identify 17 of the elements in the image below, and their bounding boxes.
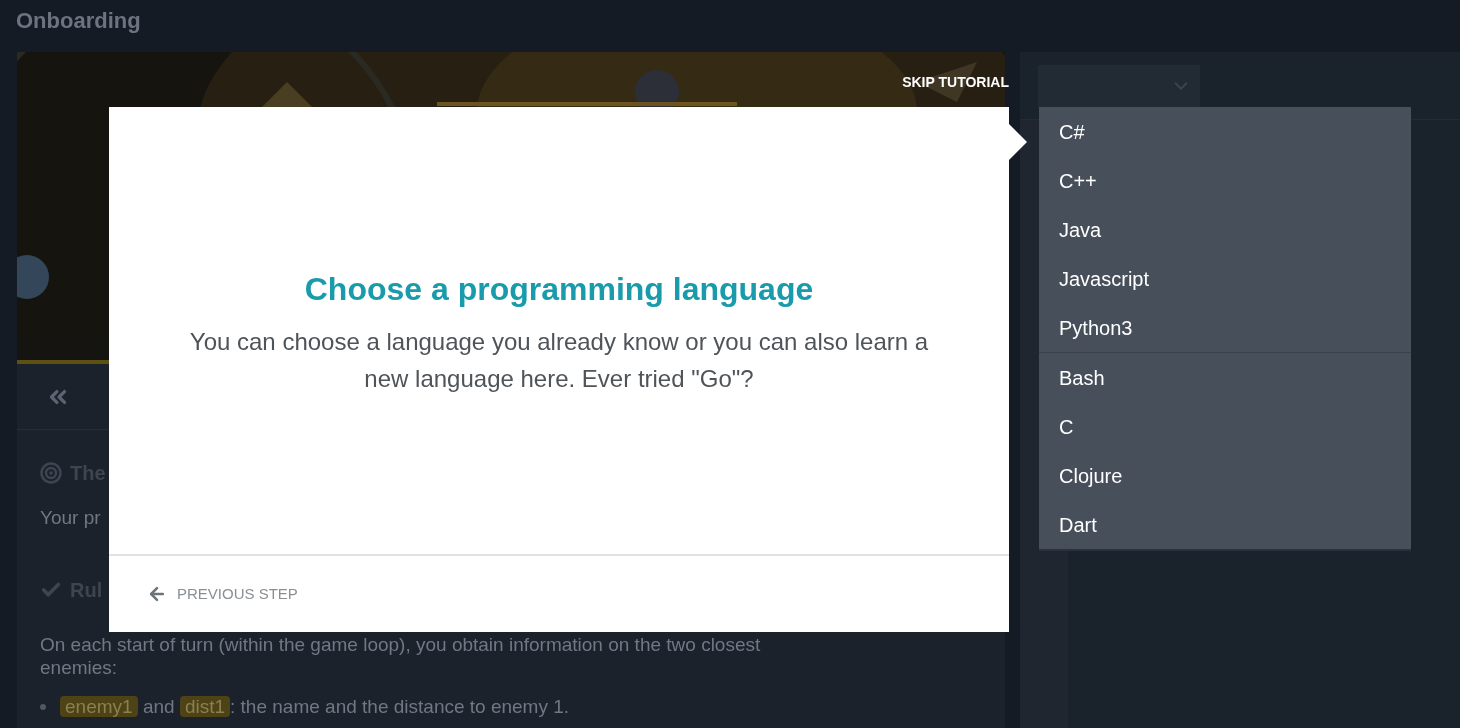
language-option[interactable]: Clojure	[1039, 451, 1411, 500]
bullet-text: enemy1 and dist1 : the name and the distance to enemy 1.	[60, 692, 570, 721]
language-option[interactable]: C#	[1039, 107, 1411, 156]
language-option[interactable]: C	[1039, 402, 1411, 451]
page-title: Onboarding	[16, 8, 141, 33]
rules-text: On each start of turn (within the game loop), you obtain information on the two closest enemies:	[40, 632, 762, 679]
target-icon	[40, 462, 62, 484]
skip-tutorial-link[interactable]: SKIP TUTORIAL	[902, 72, 1009, 93]
language-option[interactable]: Javascript	[1039, 254, 1411, 303]
language-option[interactable]: Python3	[1039, 303, 1411, 352]
language-option[interactable]: Bash	[1039, 353, 1411, 402]
language-option[interactable]: Dart	[1039, 500, 1411, 549]
language-option[interactable]: C++	[1039, 156, 1411, 205]
goal-text: Your pr	[40, 507, 101, 528]
language-option[interactable]: Java	[1039, 205, 1411, 254]
dialog-title: Choose a programming language	[304, 269, 814, 309]
dialog-text: You can choose a language you already know or you can also learn a new language here. Ever tried "Go"?	[188, 326, 930, 394]
